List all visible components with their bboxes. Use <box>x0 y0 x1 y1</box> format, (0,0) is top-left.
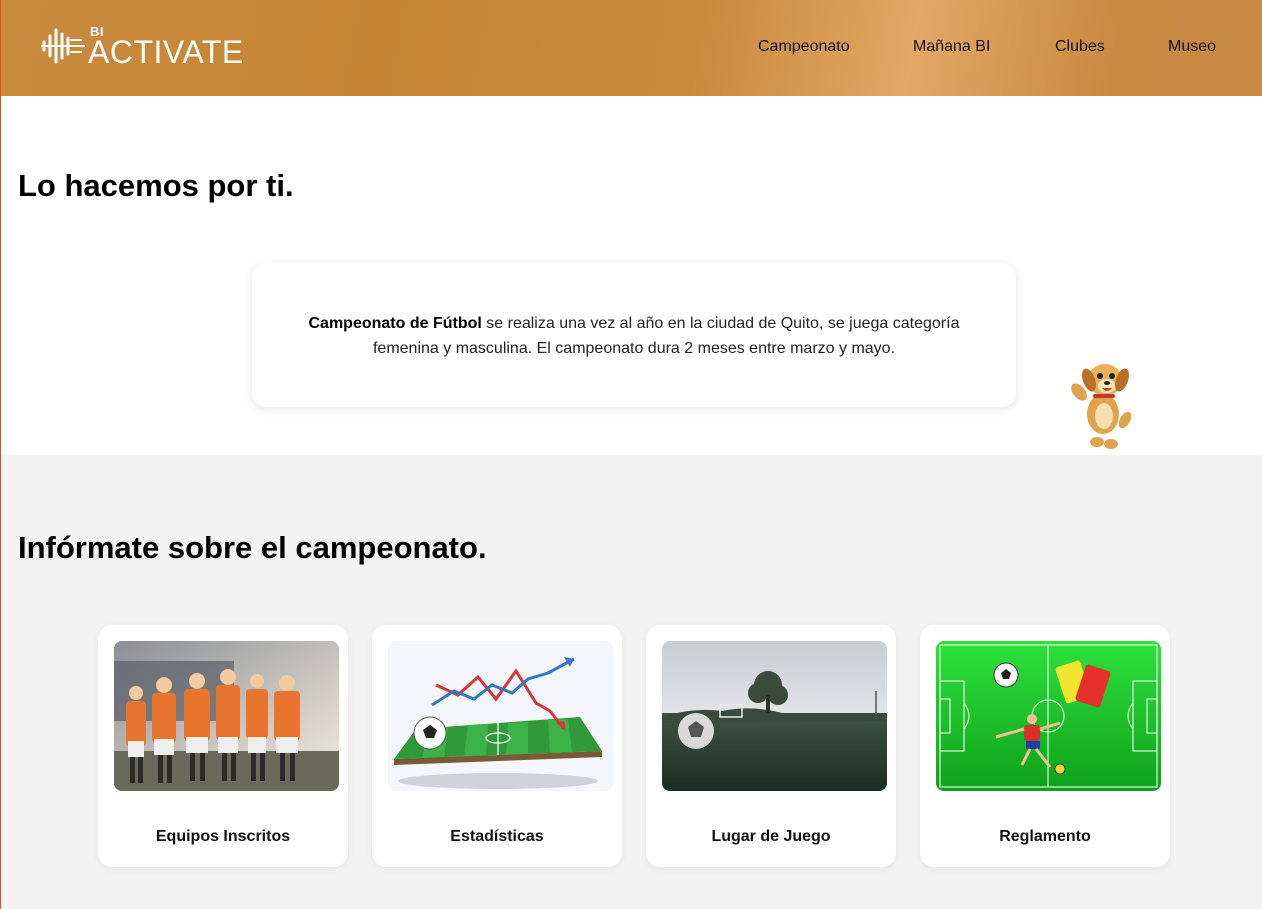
card-reglamento[interactable]: Reglamento <box>920 625 1170 867</box>
card-label: Equipos Inscritos <box>155 828 291 845</box>
section-title: Infórmate sobre el campeonato. <box>18 530 487 565</box>
nav-campeonato[interactable]: Campeonato <box>758 38 850 56</box>
card-label: Estadísticas <box>450 828 544 845</box>
logo-text: ACTIVATE <box>88 34 244 70</box>
nav-manana-bi[interactable]: Mañana BI <box>913 38 990 56</box>
card-label: Lugar de Juego <box>711 828 831 845</box>
card-lugar-de-juego[interactable]: Lugar de Juego <box>646 625 896 867</box>
nav-museo[interactable]: Museo <box>1168 38 1216 56</box>
rules-illustration <box>936 641 1161 791</box>
card-estadisticas[interactable]: Estadísticas <box>372 625 622 867</box>
championship-info-card: Campeonato de Fútbol se realiza una vez … <box>252 263 1016 407</box>
team-photo <box>114 641 339 791</box>
card-equipos-inscritos[interactable]: Equipos Inscritos <box>98 625 348 867</box>
info-section: Infórmate sobre el campeonato. Equipos I… <box>1 455 1262 909</box>
nav-clubes[interactable]: Clubes <box>1055 38 1105 56</box>
logo-icon <box>41 28 85 64</box>
card-label: Reglamento <box>999 828 1091 845</box>
stats-chart-image <box>388 641 613 791</box>
dog-mascot-image <box>1067 358 1137 450</box>
hero-title: Lo hacemos por ti. <box>18 168 294 203</box>
field-photo <box>662 641 887 791</box>
championship-name: Campeonato de Fútbol <box>308 315 482 332</box>
championship-description: Campeonato de Fútbol se realiza una vez … <box>292 311 976 361</box>
site-header: BI ACTIVATE Campeonato Mañana BI Clubes … <box>1 0 1262 96</box>
logo[interactable]: BI ACTIVATE <box>41 22 243 70</box>
hero-section: Lo hacemos por ti. Campeonato de Fútbol … <box>1 96 1262 455</box>
